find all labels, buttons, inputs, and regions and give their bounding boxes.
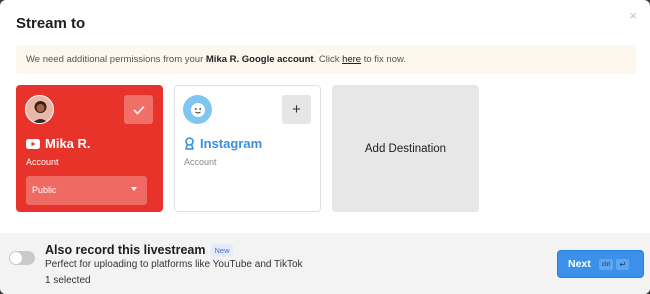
toggle-knob (10, 252, 22, 264)
destination-card-instagram[interactable]: + Instagram Account (174, 85, 321, 212)
notice-prefix: We need additional permissions from your (26, 54, 206, 65)
avatar (25, 95, 54, 124)
add-instagram-button[interactable]: + (282, 95, 311, 124)
notice-suffix: to fix now. (361, 54, 406, 65)
notice-middle: . Click (313, 54, 343, 65)
youtube-account-type: Account (26, 157, 59, 167)
privacy-value: Public (32, 185, 57, 195)
record-title-row: Also record this livestream New (45, 243, 233, 257)
privacy-select[interactable]: Public (26, 176, 147, 205)
selected-count: 1 selected (45, 275, 91, 286)
selected-check-button[interactable] (124, 95, 153, 124)
instagram-avatar (183, 95, 212, 124)
next-button[interactable]: Next ctrl ↵ (557, 250, 644, 278)
chevron-down-icon (131, 187, 137, 191)
fix-permissions-link[interactable]: here (342, 54, 361, 65)
enter-key-icon: ↵ (616, 258, 630, 270)
add-destination-label: Add Destination (364, 142, 447, 155)
dialog-footer: Also record this livestream New Perfect … (0, 233, 650, 294)
instagram-account-type: Account (184, 157, 217, 167)
dialog-title: Stream to (16, 15, 86, 32)
stream-to-dialog: Stream to × We need additional permissio… (0, 0, 650, 294)
close-icon[interactable]: × (629, 9, 637, 23)
youtube-icon (26, 138, 40, 149)
youtube-account-name: Mika R. (45, 136, 91, 151)
notice-account: Mika R. Google account (205, 54, 314, 65)
record-livestream-toggle[interactable] (9, 251, 35, 265)
destination-card-youtube[interactable]: Mika R. Account Public (16, 85, 163, 212)
add-destination-button[interactable]: Add Destination (332, 85, 479, 212)
check-icon (132, 105, 145, 115)
ctrl-key-hint: ctrl (598, 258, 614, 270)
instagram-icon (185, 137, 194, 150)
youtube-title-row: Mika R. (26, 136, 91, 151)
instagram-name: Instagram (200, 136, 263, 151)
record-title: Also record this livestream (45, 243, 206, 257)
permission-notice: We need additional permissions from your… (16, 45, 636, 74)
new-badge: New (211, 243, 233, 257)
next-label: Next (568, 258, 591, 270)
instagram-title-row: Instagram (184, 136, 262, 151)
record-subtitle: Perfect for uploading to platforms like … (45, 259, 303, 270)
